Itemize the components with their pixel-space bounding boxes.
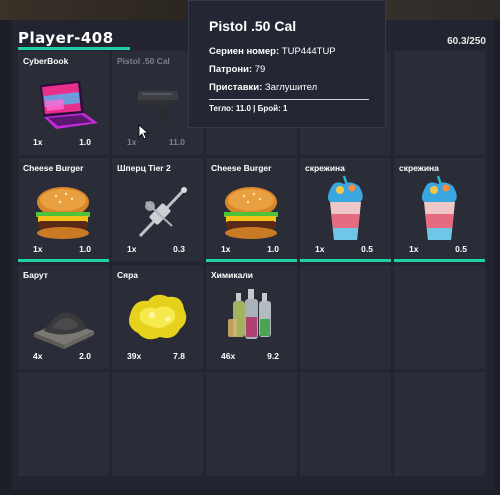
- durability-bar: [394, 259, 485, 262]
- slot-weight: 1.0: [79, 137, 91, 147]
- slot-count: 1x: [127, 244, 137, 254]
- item-tooltip: Pistol .50 Cal Сериен номер: TUP444TUP П…: [188, 0, 386, 128]
- slot-weight: 1.0: [79, 244, 91, 254]
- inventory-slot-empty[interactable]: [18, 372, 109, 476]
- slot-weight: 0.5: [361, 244, 373, 254]
- tooltip-ammo: Патрони: 79: [209, 64, 265, 75]
- tooltip-footer: Тегло: 11.0 | Брой: 1: [209, 104, 288, 113]
- inventory-weight: 60.3/250: [447, 36, 486, 47]
- slot-count: 1x: [409, 244, 419, 254]
- tooltip-title: Pistol .50 Cal: [209, 18, 297, 34]
- slot-name: скрежина: [399, 163, 439, 173]
- gunpowder-icon: [34, 312, 94, 349]
- slot-name: CyberBook: [23, 56, 69, 66]
- tooltip-serial: Сериен номер: TUP444TUP: [209, 46, 336, 57]
- slot-count: 1x: [33, 137, 43, 147]
- slot-count: 1x: [33, 244, 43, 254]
- slot-count: 46x: [221, 351, 236, 361]
- slot-count: 1x: [315, 244, 325, 254]
- slot-name: скрежина: [305, 163, 345, 173]
- slot-weight: 9.2: [267, 351, 279, 361]
- inventory-slot-empty[interactable]: [300, 265, 391, 369]
- inventory-slot-empty[interactable]: [112, 372, 203, 476]
- slot-name: Сяра: [117, 270, 139, 280]
- player-name: Player-408: [18, 29, 114, 47]
- inventory-slot-burger[interactable]: Cheese Burger 1x 1.0: [18, 158, 109, 262]
- burger-icon: [224, 187, 278, 239]
- slot-name: Барут: [23, 270, 48, 280]
- slot-weight: 1.0: [267, 244, 279, 254]
- tooltip-attachments: Приставки: Заглушител: [209, 82, 317, 93]
- slot-count: 39x: [127, 351, 142, 361]
- attach-value: Заглушител: [262, 82, 318, 93]
- inventory-slot-smoothie[interactable]: скрежина 1x 0.5: [394, 158, 485, 262]
- slot-name: Cheese Burger: [23, 163, 84, 173]
- inventory-slot-lockpick[interactable]: Шперц Tier 2 1x 0.3: [112, 158, 203, 262]
- serial-label: Сериен номер:: [209, 46, 280, 57]
- player-weight-bar: [18, 47, 130, 50]
- serial-value: TUP444TUP: [279, 46, 336, 57]
- slot-count: 4x: [33, 351, 43, 361]
- durability-bar: [300, 259, 391, 262]
- ammo-value: 79: [252, 64, 266, 75]
- inventory-slot-burger[interactable]: Cheese Burger 1x 1.0: [206, 158, 297, 262]
- lockpick-icon: [138, 187, 187, 238]
- inventory-slot-smoothie[interactable]: скрежина 1x 0.5: [300, 158, 391, 262]
- slot-weight: 2.0: [79, 351, 91, 361]
- chemicals-icon: [228, 289, 271, 339]
- attach-label: Приставки:: [209, 82, 263, 93]
- inventory-slot-sulfur[interactable]: Сяра 39x 7.8: [112, 265, 203, 369]
- inventory-slot-cyberbook[interactable]: CyberBook 1x 1.0: [18, 51, 109, 155]
- slot-name: Cheese Burger: [211, 163, 272, 173]
- slot-count: 1x: [221, 244, 231, 254]
- smoothie-icon: [421, 175, 457, 240]
- slot-name: Химикали: [211, 270, 254, 280]
- durability-bar: [206, 259, 297, 262]
- ammo-label: Патрони:: [209, 64, 253, 75]
- mouse-cursor-icon: [138, 124, 150, 140]
- inventory-slot-empty[interactable]: [206, 372, 297, 476]
- inventory-slot-empty[interactable]: [394, 372, 485, 476]
- slot-name: Шперц Tier 2: [117, 163, 171, 173]
- slot-weight: 7.8: [173, 351, 185, 361]
- smoothie-icon: [327, 175, 363, 240]
- laptop-icon: [40, 81, 98, 129]
- slot-name: Pistol .50 Cal: [117, 56, 170, 66]
- slot-weight: 11.0: [168, 137, 185, 147]
- inventory-slot-chemicals[interactable]: Химикали 46x 9.2: [206, 265, 297, 369]
- inventory-slot-empty[interactable]: [300, 372, 391, 476]
- burger-icon: [36, 187, 90, 239]
- inventory-slot-empty[interactable]: [394, 51, 485, 155]
- inventory-slot-gunpowder[interactable]: Барут 4x 2.0: [18, 265, 109, 369]
- tooltip-divider: [209, 99, 369, 100]
- slot-weight: 0.5: [455, 244, 467, 254]
- durability-bar: [18, 259, 109, 262]
- slot-count: 1x: [127, 137, 137, 147]
- slot-weight: 0.3: [173, 244, 185, 254]
- inventory-slot-empty[interactable]: [394, 265, 485, 369]
- sulfur-icon: [129, 294, 187, 340]
